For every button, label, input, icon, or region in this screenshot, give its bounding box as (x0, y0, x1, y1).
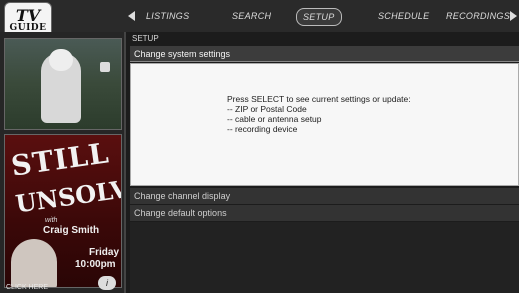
top-nav-bar: TV GUIDE LISTINGS SEARCH SETUP SCHEDULE … (0, 0, 519, 38)
nav-right-arrow-icon[interactable] (510, 11, 517, 21)
setup-main: SETUP Change system settings Press SELEC… (130, 32, 519, 293)
option-change-system-settings[interactable]: Change system settings (130, 46, 519, 62)
football-player-image (41, 49, 81, 123)
promo-with: with (45, 217, 58, 224)
breadcrumb: SETUP (132, 34, 159, 43)
option-change-channel-display[interactable]: Change channel display (130, 188, 519, 204)
info-lead: Press SELECT to see current settings or … (227, 94, 411, 104)
tab-setup[interactable]: SETUP (296, 8, 342, 26)
promo-title-still: STILL (9, 136, 112, 183)
tab-search[interactable]: SEARCH (232, 8, 271, 24)
helmet-shape (49, 49, 73, 71)
live-tv-preview[interactable] (4, 38, 122, 130)
info-panel: Press SELECT to see current settings or … (130, 63, 519, 186)
click-here-label[interactable]: CLICK HERE (6, 284, 48, 291)
info-item-zip: -- ZIP or Postal Code (227, 104, 307, 114)
tab-listings[interactable]: LISTINGS (146, 8, 189, 24)
option-change-default-options[interactable]: Change default options (130, 205, 519, 221)
promo-host: Craig Smith (43, 225, 100, 236)
promo-day: Friday (89, 247, 120, 258)
tab-schedule[interactable]: SCHEDULE (378, 8, 429, 24)
info-item-cable: -- cable or antenna setup (227, 114, 322, 124)
promo-time: 10:00pm (75, 259, 116, 270)
promo-ad[interactable]: STILL UNSOLVED with Craig Smith Friday 1… (4, 134, 122, 288)
info-badge-icon[interactable]: i (98, 276, 116, 290)
ad-panel: STILL UNSOLVED with Craig Smith Friday 1… (0, 32, 126, 293)
logo-tv: TV (15, 5, 41, 25)
nav-left-arrow-icon[interactable] (128, 11, 135, 21)
host-photo (11, 239, 57, 287)
tab-recordings[interactable]: RECORDINGS (446, 8, 510, 24)
info-text: Press SELECT to see current settings or … (227, 94, 411, 134)
lock-icon (100, 62, 110, 72)
empty-area (130, 222, 519, 293)
info-item-recording: -- recording device (227, 124, 298, 134)
